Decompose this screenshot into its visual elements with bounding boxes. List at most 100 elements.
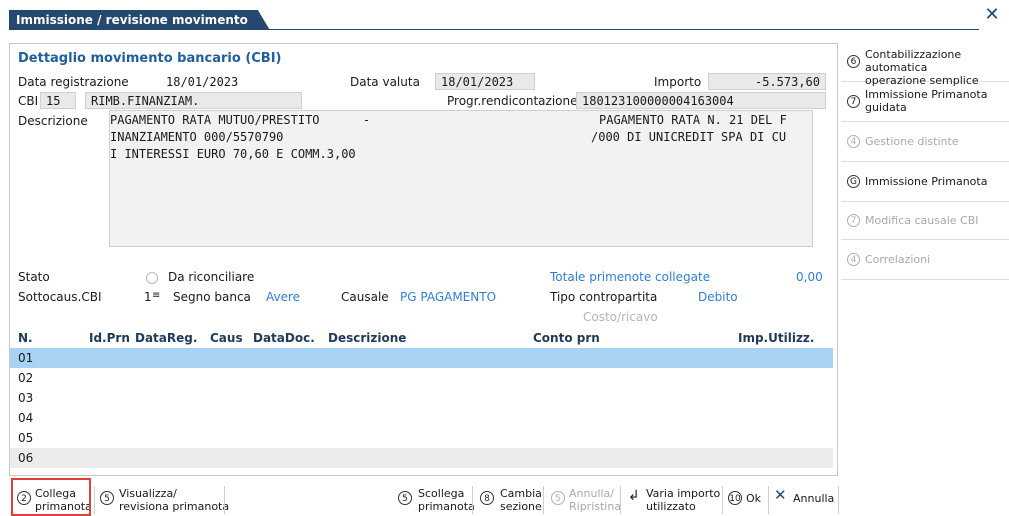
causale-value: PG PAGAMENTO — [400, 290, 497, 304]
descrizione-line-1a: PAGAMENTO RATA MUTUO/PRESTITO - — [110, 113, 371, 127]
col-data-doc[interactable]: DataDoc. — [253, 331, 315, 345]
sidebar-item-label: Immissione Primanota — [865, 175, 988, 188]
col-id-prn[interactable]: Id.Prn — [89, 331, 130, 345]
row-number: 01 — [18, 351, 34, 365]
button-label: Varia importo utilizzato — [646, 487, 721, 513]
row-number: 03 — [18, 391, 34, 405]
table-row[interactable]: 05 — [10, 428, 833, 448]
title-divider — [9, 29, 979, 30]
sidebar-item-immissione-primanota[interactable]: G Immissione Primanota — [841, 161, 1009, 202]
toolbar-divider — [722, 486, 723, 514]
window-title: Immissione / revisione movimento — [9, 10, 270, 30]
row-number: 04 — [18, 411, 34, 425]
grid-header: N. Id.Prn DataReg. Caus DataDoc. Descriz… — [10, 330, 833, 348]
button-label: Annulla — [793, 492, 835, 505]
annulla-button[interactable]: ✕ Annulla — [772, 480, 838, 516]
button-label: Visualizza/revisiona primanota — [119, 487, 230, 513]
col-descrizione[interactable]: Descrizione — [328, 331, 406, 345]
causale-label: Causale — [341, 290, 389, 304]
sidebar-item-number: 4 — [847, 253, 860, 266]
bottom-toolbar: 2 Collega primanota 5 Visualizza/revision… — [0, 480, 1009, 516]
shortcut-8-icon: 8 — [480, 491, 494, 505]
descrizione-line-2b: /000 DI UNICREDIT SPA DI CU — [591, 130, 787, 144]
toolbar-divider — [838, 486, 839, 514]
sidebar-item-modifica-causale: 7 Modifica causale CBI — [841, 201, 1009, 240]
varia-importo-button[interactable]: ↲ Varia importo utilizzato — [626, 480, 722, 516]
descrizione-label: Descrizione — [18, 114, 88, 128]
data-registrazione-field[interactable]: 18/01/2023 — [160, 73, 268, 90]
cancel-x-icon: ✕ — [774, 486, 787, 504]
segno-banca-label: Segno banca — [173, 290, 251, 304]
detail-panel: Dettaglio movimento bancario (CBI) Data … — [9, 43, 838, 476]
cbi-code-field[interactable]: 15 — [40, 92, 76, 109]
toolbar-divider — [620, 486, 621, 514]
col-n[interactable]: N. — [18, 331, 33, 345]
table-row[interactable]: 01 — [10, 348, 833, 368]
list-icon[interactable]: ≡ — [152, 290, 160, 301]
sidebar-item-gestione-distinte: 4 Gestione distinte — [841, 121, 1009, 162]
cbi-desc-field: RIMB.FINANZIAM. — [85, 92, 302, 109]
totale-primenote-label: Totale primenote collegate — [550, 270, 711, 284]
shortcut-5-icon: 5 — [100, 491, 114, 505]
toolbar-divider — [543, 486, 544, 514]
sidebar-item-label: Immissione Primanota guidata — [865, 88, 988, 114]
sidebar-item-correlazioni: 4 Correlazioni — [841, 239, 1009, 280]
stato-label: Stato — [18, 270, 50, 284]
data-registrazione-label: Data registrazione — [18, 75, 129, 89]
close-icon[interactable]: ✕ — [983, 6, 1001, 24]
button-label: Ok — [746, 492, 762, 505]
totale-primenote-value: 0,00 — [796, 270, 823, 284]
sidebar-item-label: Modifica causale CBI — [865, 214, 979, 227]
row-number: 02 — [18, 371, 34, 385]
cbi-label: CBI — [18, 94, 39, 108]
sidebar-item-label: Gestione distinte — [865, 135, 959, 148]
toolbar-divider — [768, 486, 769, 514]
button-label: Cambia sezione — [500, 487, 542, 513]
col-imp-utilizz[interactable]: Imp.Utilizz. — [738, 331, 814, 345]
data-valuta-label: Data valuta — [350, 75, 420, 89]
descrizione-textarea[interactable]: PAGAMENTO RATA MUTUO/PRESTITO - PAGAMENT… — [109, 110, 813, 247]
stato-value: Da riconciliare — [168, 270, 255, 284]
progr-rendicontazione-label: Progr.rendicontazione — [447, 94, 578, 108]
descrizione-line-1b: PAGAMENTO RATA N. 21 DEL F — [599, 113, 787, 127]
highlight-box — [11, 478, 91, 516]
toolbar-divider — [472, 486, 473, 514]
importo-label: Importo — [654, 75, 702, 89]
col-caus[interactable]: Caus — [210, 331, 243, 345]
table-row[interactable]: 03 — [10, 388, 833, 408]
title-bar: Immissione / revisione movimento ✕ — [0, 0, 1009, 30]
shortcut-10-icon: 10 — [728, 491, 742, 505]
col-conto-prn[interactable]: Conto prn — [533, 331, 600, 345]
sottocaus-cbi-label: Sottocaus.CBI — [18, 290, 102, 304]
row-number: 05 — [18, 431, 34, 445]
ok-button[interactable]: 10 Ok — [726, 480, 766, 516]
detail-heading: Dettaglio movimento bancario (CBI) — [18, 51, 282, 66]
stato-radio[interactable] — [146, 272, 158, 284]
col-data-reg[interactable]: DataReg. — [135, 331, 197, 345]
sidebar-item-number: G — [847, 175, 860, 188]
descrizione-line-3a: I INTERESSI EURO 70,60 E COMM.3,00 — [110, 147, 356, 161]
tipo-contropartita-value: Debito — [698, 290, 738, 304]
costo-ricavo-label: Costo/ricavo — [583, 310, 658, 324]
cambia-sezione-button[interactable]: 8 Cambia sezione — [478, 480, 542, 516]
scollega-primanota-button[interactable]: 5 Scollega primanota — [396, 480, 475, 516]
descrizione-line-2a: INANZIAMENTO 000/5570790 — [110, 130, 284, 144]
sidebar-item-immissione-guidata[interactable]: 7 Immissione Primanota guidata — [841, 81, 1009, 122]
importo-field[interactable]: -5.573,60 — [708, 73, 826, 90]
button-label: Annulla/Ripristina — [569, 487, 622, 513]
tipo-contropartita-label: Tipo contropartita — [550, 290, 658, 304]
sottocaus-cbi-value[interactable]: 1 — [144, 290, 152, 304]
enter-key-icon: ↲ — [628, 488, 640, 504]
shortcut-5-icon: 5 — [551, 491, 565, 505]
table-row[interactable]: 02 — [10, 368, 833, 388]
shortcut-5-icon: 5 — [398, 491, 412, 505]
visualizza-primanota-button[interactable]: 5 Visualizza/revisiona primanota — [98, 480, 229, 516]
sidebar-item-number: 7 — [847, 214, 860, 227]
data-valuta-field[interactable]: 18/01/2023 — [435, 73, 535, 90]
table-row[interactable]: 06 — [10, 448, 833, 468]
annulla-ripristina-button: 5 Annulla/Ripristina — [549, 480, 621, 516]
sidebar-item-contabilizzazione[interactable]: 6 Contabilizzazione automatica operazione… — [841, 43, 1009, 87]
sidebar-item-label: Correlazioni — [865, 253, 931, 266]
table-row[interactable]: 04 — [10, 408, 833, 428]
row-number: 06 — [18, 451, 34, 465]
